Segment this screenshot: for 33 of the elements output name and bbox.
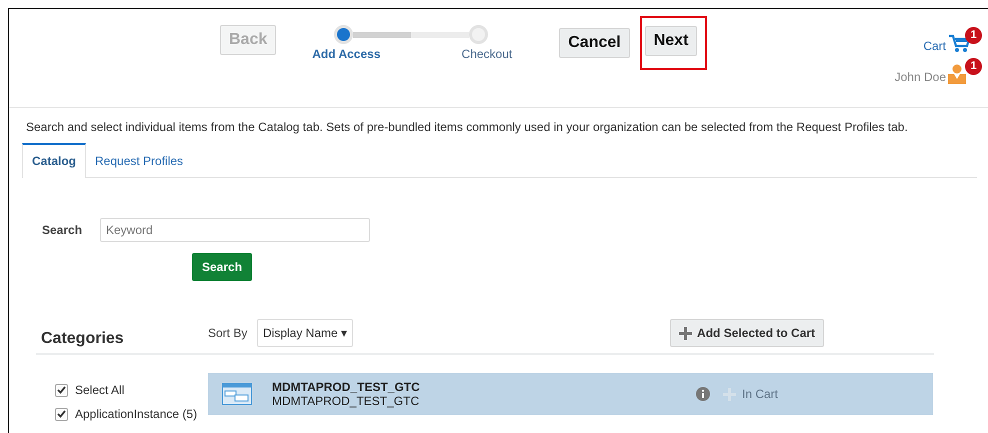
field-label: Sort By: [208, 326, 248, 340]
cart-icon: [948, 33, 970, 53]
item-title: MDMTAPROD_TEST_GTC: [272, 380, 421, 394]
checkbox[interactable]: [55, 408, 68, 420]
checkbox[interactable]: [55, 384, 68, 396]
person-icon: [948, 64, 966, 84]
next-button[interactable]: Next: [644, 26, 698, 56]
tab[interactable]: Catalog: [22, 143, 86, 178]
search-button[interactable]: Search: [192, 253, 252, 281]
result-row[interactable]: MDMTAPROD_TEST_GTC MDMTAPROD_TEST_GTC In Cart: [208, 373, 933, 415]
checkbox-label: ApplicationInstance (5): [75, 407, 198, 421]
add-to-cart-button[interactable]: Add Selected to Cart: [670, 319, 824, 347]
count-badge: 1: [965, 27, 982, 44]
cart-link[interactable]: Cart: [923, 38, 946, 52]
step-label[interactable]: Checkout: [462, 47, 512, 61]
window-icon: [222, 383, 252, 405]
step-marker[interactable]: [469, 25, 488, 44]
step-marker[interactable]: [334, 25, 354, 44]
field-label: Search: [42, 223, 84, 237]
in-cart-button[interactable]: In Cart: [723, 387, 778, 401]
checkbox-label: Select All: [75, 383, 124, 397]
section-title: Categories: [41, 329, 125, 348]
search-field[interactable]: Keyword: [100, 218, 370, 242]
info-icon: [696, 387, 710, 401]
step-label[interactable]: Add Access: [312, 47, 380, 61]
instruction-text: Search and select individual items from the Catalog tab. Sets of pre-bundled items commonly used in your organization can be selected from the Request Profiles tab.: [26, 120, 909, 134]
count-badge: 1: [965, 58, 982, 75]
item-subtitle: MDMTAPROD_TEST_GTC: [272, 394, 420, 408]
tab[interactable]: Request Profiles: [86, 143, 192, 177]
sort-dropdown[interactable]: Display Name ▾: [257, 319, 354, 347]
cancel-button[interactable]: Cancel: [559, 28, 630, 58]
user-name[interactable]: John Doe: [894, 70, 946, 84]
plus-icon: [679, 326, 692, 340]
